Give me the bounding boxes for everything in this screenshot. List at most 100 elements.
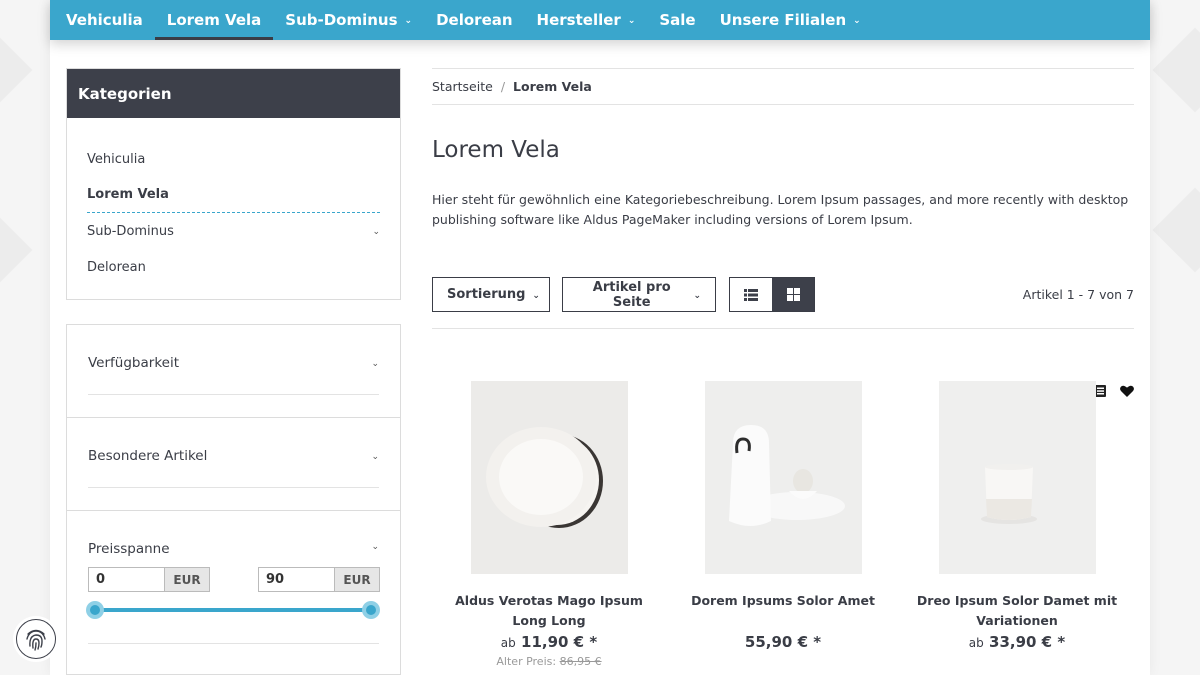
grid-view-button[interactable] <box>772 278 814 311</box>
price-prefix: ab <box>968 636 984 650</box>
price-value: 11,90 € * <box>521 633 598 651</box>
product-card[interactable]: Dorem Ipsums Solor Amet 55,90 € * <box>666 381 900 651</box>
plate-image <box>470 381 628 574</box>
nav-item-hersteller[interactable]: Hersteller ⌄ <box>525 0 648 40</box>
background-decoration <box>1152 187 1200 273</box>
breadcrumb-current[interactable]: Lorem Vela <box>513 79 592 94</box>
category-item-vehiculia[interactable]: Vehiculia <box>87 141 380 177</box>
sort-label: Sortierung <box>447 287 526 302</box>
per-page-label: Artikel pro Seite <box>592 279 671 310</box>
category-box: Kategorien Vehiculia Lorem Vela Sub-Domi… <box>66 68 401 300</box>
product-price: ab 11,90 € * <box>432 633 666 651</box>
filter-label: Preisspanne <box>88 541 170 557</box>
price-min-group: EUR <box>88 567 210 592</box>
chevron-down-icon: ⌄ <box>853 16 861 26</box>
nav-item-delorean[interactable]: Delorean <box>424 0 524 40</box>
price-slider-track[interactable] <box>95 608 372 612</box>
product-name[interactable]: Dreo Ipsum Solor Damet mit Variationen <box>900 591 1134 631</box>
chevron-down-icon: ⌄ <box>371 542 379 552</box>
breadcrumb-separator: / <box>500 79 506 94</box>
fingerprint-icon[interactable] <box>16 619 56 659</box>
price-max-group: EUR <box>258 567 380 592</box>
currency-label: EUR <box>335 567 380 592</box>
product-name[interactable]: Aldus Verotas Mago Ipsum Long Long <box>432 591 666 631</box>
category-box-title: Kategorien <box>67 69 400 118</box>
product-card[interactable]: Aldus Verotas Mago Ipsum Long Long ab 11… <box>432 381 666 668</box>
filter-label: Besondere Artikel <box>88 447 208 464</box>
category-item-label: Delorean <box>87 259 146 275</box>
nav-item-unsere-filialen[interactable]: Unsere Filialen ⌄ <box>708 0 873 40</box>
nav-item-label: Sub-Dominus <box>285 11 398 29</box>
price-prefix: ab <box>500 636 516 650</box>
nav-item-sale[interactable]: Sale <box>647 0 707 40</box>
nav-item-label: Sale <box>659 11 696 29</box>
view-toggle <box>729 277 815 312</box>
chevron-down-icon: ⌄ <box>371 451 379 462</box>
price-slider-min-handle[interactable] <box>86 601 104 619</box>
nav-item-lorem-vela[interactable]: Lorem Vela <box>154 0 274 40</box>
chevron-down-icon: ⌄ <box>532 290 540 301</box>
old-price: Alter Preis: 86,95 € <box>432 655 666 668</box>
price-max-input[interactable] <box>258 567 335 592</box>
price-inputs: EUR EUR <box>88 567 380 592</box>
chevron-down-icon: ⌄ <box>627 16 636 26</box>
category-item-label: Sub-Dominus <box>87 223 174 239</box>
filter-special-articles: Besondere Artikel ⌄ <box>66 417 401 511</box>
product-image[interactable] <box>704 381 862 574</box>
fingerprint-graphic <box>26 629 46 651</box>
product-card[interactable]: Dreo Ipsum Solor Damet mit Variationen a… <box>900 381 1134 651</box>
cup-image <box>938 381 1096 574</box>
price-min-input[interactable] <box>88 567 165 592</box>
listing-toolbar: Sortierung ⌄ Artikel pro Seite ⌄ Artikel… <box>432 277 1134 329</box>
product-price: 55,90 € * <box>666 633 900 651</box>
background-decoration <box>0 27 33 113</box>
category-description: Hier steht für gewöhnlich eine Kategorie… <box>432 192 1129 227</box>
nav-item-sub-dominus[interactable]: Sub-Dominus ⌄ <box>273 0 424 40</box>
chevron-down-icon: ⌄ <box>693 290 701 301</box>
per-page-dropdown[interactable]: Artikel pro Seite ⌄ <box>562 277 716 312</box>
filter-special-articles-toggle[interactable]: Besondere Artikel ⌄ <box>88 424 379 488</box>
filter-price-range: Preisspanne ⌄ EUR EUR <box>66 510 401 675</box>
product-name[interactable]: Dorem Ipsums Solor Amet <box>666 591 900 611</box>
nav-item-label: Lorem Vela <box>166 11 262 29</box>
list-icon <box>744 288 758 301</box>
old-price-label: Alter Preis: <box>496 655 557 668</box>
category-item-label: Lorem Vela <box>87 187 169 202</box>
divider <box>88 643 379 644</box>
filter-label: Verfügbarkeit <box>88 354 179 371</box>
breadcrumb-home-link[interactable]: Startseite <box>432 79 493 94</box>
category-item-delorean[interactable]: Delorean <box>87 249 380 285</box>
product-image[interactable] <box>470 381 628 574</box>
filter-availability: Verfügbarkeit ⌄ <box>66 324 401 418</box>
product-image[interactable] <box>938 381 1096 574</box>
sort-dropdown[interactable]: Sortierung ⌄ <box>432 277 550 312</box>
nav-item-label: Hersteller <box>536 11 621 29</box>
egg-cup-image <box>704 381 862 574</box>
grid-icon <box>786 288 800 301</box>
chevron-down-icon: ⌄ <box>371 358 379 369</box>
heart-icon[interactable] <box>1120 385 1134 397</box>
nav-item-vehiculia[interactable]: Vehiculia <box>54 0 155 40</box>
category-item-sub-dominus[interactable]: Sub-Dominus ⌄ <box>87 213 380 249</box>
price-value: 33,90 € * <box>989 633 1066 651</box>
nav-item-label: Vehiculia <box>66 11 143 29</box>
background-decoration <box>1152 27 1200 113</box>
product-actions <box>1092 385 1134 397</box>
list-view-button[interactable] <box>730 278 772 311</box>
category-list: Vehiculia Lorem Vela Sub-Dominus ⌄ Delore… <box>67 118 400 285</box>
currency-label: EUR <box>165 567 210 592</box>
page-container: Vehiculia Lorem Vela Sub-Dominus ⌄ Delore… <box>50 0 1150 675</box>
category-item-lorem-vela[interactable]: Lorem Vela <box>87 177 380 213</box>
chevron-down-icon: ⌄ <box>404 16 413 26</box>
old-price-value: 86,95 € <box>559 655 602 668</box>
price-value: 55,90 € * <box>744 633 822 651</box>
chevron-down-icon[interactable]: ⌄ <box>372 227 380 237</box>
page-title: Lorem Vela <box>432 137 560 163</box>
product-price: ab 33,90 € * <box>900 633 1134 651</box>
breadcrumb: Startseite / Lorem Vela <box>432 68 1134 105</box>
category-item-label: Vehiculia <box>87 151 146 167</box>
background-decoration <box>0 207 33 293</box>
nav-item-label: Unsere Filialen <box>719 11 847 29</box>
price-slider-max-handle[interactable] <box>362 601 380 619</box>
filter-availability-toggle[interactable]: Verfügbarkeit ⌄ <box>88 331 379 395</box>
